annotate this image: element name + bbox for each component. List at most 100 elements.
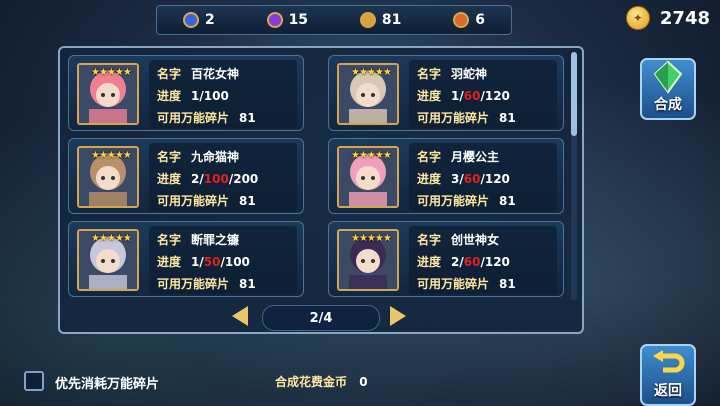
progress-value: 2/60/120 bbox=[451, 255, 510, 269]
scrollbar-thumb[interactable] bbox=[571, 52, 577, 136]
progress-required: 60 bbox=[463, 89, 481, 103]
progress-total: 120 bbox=[484, 89, 510, 103]
progress-row: 进度 3/60/120 bbox=[417, 170, 510, 187]
hero-card[interactable]: ★★★★★ 名字 断罪之镰 进度 1/50/100 可用万能碎片 81 bbox=[68, 221, 304, 297]
star-rating: ★★★★★ bbox=[351, 233, 392, 244]
shards-value: 81 bbox=[239, 194, 256, 208]
hero-portrait: ★★★★★ bbox=[337, 63, 399, 125]
hero-card[interactable]: ★★★★★ 名字 创世神女 进度 2/60/120 可用万能碎片 81 bbox=[328, 221, 564, 297]
resource-orange-value: 6 bbox=[475, 12, 486, 28]
shards-value: 81 bbox=[239, 111, 256, 125]
progress-value: 2/100/200 bbox=[191, 172, 259, 186]
progress-label: 进度 bbox=[157, 89, 182, 103]
synthesis-cost-label: 合成花费金币 bbox=[275, 375, 348, 389]
resource-purple: 15 bbox=[266, 12, 309, 28]
shards-label: 可用万能碎片 bbox=[157, 111, 230, 125]
progress-total: 200 bbox=[233, 172, 259, 186]
hero-card[interactable]: ★★★★★ 名字 羽蛇神 进度 1/60/120 可用万能碎片 81 bbox=[328, 55, 564, 131]
resource-blue-value: 2 bbox=[204, 12, 215, 28]
shards-row: 可用万能碎片 81 bbox=[417, 109, 516, 126]
gold-value: 2748 bbox=[659, 7, 710, 29]
hero-portrait: ★★★★★ bbox=[77, 146, 139, 208]
progress-value: 1/50/100 bbox=[191, 255, 250, 269]
progress-have: 1 bbox=[191, 89, 200, 103]
hero-info: 名字 九命猫神 进度 2/100/200 可用万能碎片 81 bbox=[149, 143, 297, 211]
back-button[interactable]: 返回 bbox=[640, 344, 696, 406]
progress-row: 进度 2/60/120 bbox=[417, 253, 510, 270]
progress-have: 3 bbox=[451, 172, 460, 186]
prefer-universal-shards-checkbox[interactable] bbox=[24, 371, 44, 391]
resource-orange: 6 bbox=[453, 12, 485, 28]
progress-have: 1 bbox=[451, 89, 460, 103]
shards-label: 可用万能碎片 bbox=[417, 111, 490, 125]
gold-coin-icon: ✦ bbox=[625, 6, 650, 30]
progress-label: 进度 bbox=[417, 89, 442, 103]
resource-purple-value: 15 bbox=[288, 12, 309, 28]
hero-info: 名字 月樱公主 进度 3/60/120 可用万能碎片 81 bbox=[409, 143, 557, 211]
progress-row: 进度 1/60/120 bbox=[417, 87, 510, 104]
shards-value: 81 bbox=[499, 277, 516, 291]
synthesize-button[interactable]: 合成 bbox=[640, 58, 696, 120]
synthesis-cost-value: 0 bbox=[359, 375, 368, 389]
progress-total: 120 bbox=[484, 172, 510, 186]
star-rating: ★★★★★ bbox=[91, 150, 132, 161]
name-label: 名字 bbox=[157, 150, 182, 164]
progress-row: 进度 1/50/100 bbox=[157, 253, 250, 270]
hero-portrait: ★★★★★ bbox=[337, 146, 399, 208]
hero-card[interactable]: ★★★★★ 名字 九命猫神 进度 2/100/200 可用万能碎片 81 bbox=[68, 138, 304, 214]
star-rating: ★★★★★ bbox=[351, 150, 392, 161]
progress-total: 100 bbox=[203, 89, 229, 103]
progress-label: 进度 bbox=[417, 172, 442, 186]
name-label: 名字 bbox=[417, 233, 442, 247]
hero-portrait: ★★★★★ bbox=[77, 63, 139, 125]
hero-card[interactable]: ★★★★★ 名字 月樱公主 进度 3/60/120 可用万能碎片 81 bbox=[328, 138, 564, 214]
next-page-arrow-icon[interactable] bbox=[390, 306, 406, 326]
hero-name-row: 名字 月樱公主 bbox=[417, 148, 499, 165]
progress-required: 60 bbox=[463, 255, 481, 269]
progress-value: 1/100 bbox=[191, 89, 229, 103]
shards-row: 可用万能碎片 81 bbox=[157, 275, 256, 292]
progress-row: 进度 2/100/200 bbox=[157, 170, 258, 187]
prev-page-arrow-icon[interactable] bbox=[232, 306, 248, 326]
progress-label: 进度 bbox=[157, 172, 182, 186]
orange-orb-icon bbox=[453, 12, 470, 28]
hero-name: 创世神女 bbox=[451, 233, 500, 247]
gold-orb-icon bbox=[359, 12, 376, 28]
shards-row: 可用万能碎片 81 bbox=[417, 192, 516, 209]
blue-orb-icon bbox=[182, 12, 199, 28]
page-indicator: 2/4 bbox=[262, 305, 380, 331]
gold-display: ✦ 2748 bbox=[625, 6, 710, 30]
hero-name-row: 名字 创世神女 bbox=[417, 231, 499, 248]
shards-label: 可用万能碎片 bbox=[157, 277, 230, 291]
hero-name-row: 名字 九命猫神 bbox=[157, 148, 239, 165]
resource-gold-value: 81 bbox=[381, 12, 402, 28]
back-label: 返回 bbox=[654, 383, 682, 399]
hero-info: 名字 创世神女 进度 2/60/120 可用万能碎片 81 bbox=[409, 226, 557, 294]
progress-label: 进度 bbox=[417, 255, 442, 269]
progress-label: 进度 bbox=[157, 255, 182, 269]
hero-name: 羽蛇神 bbox=[451, 67, 488, 81]
progress-have: 2 bbox=[191, 172, 200, 186]
hero-name-row: 名字 羽蛇神 bbox=[417, 65, 487, 82]
shards-label: 可用万能碎片 bbox=[157, 194, 230, 208]
synthesize-label: 合成 bbox=[654, 97, 682, 113]
shards-value: 81 bbox=[499, 111, 516, 125]
progress-required: 50 bbox=[203, 255, 221, 269]
hero-portrait: ★★★★★ bbox=[77, 229, 139, 291]
hero-name: 断罪之镰 bbox=[191, 233, 240, 247]
name-label: 名字 bbox=[417, 67, 442, 81]
resource-bar: 2 15 81 6 bbox=[156, 5, 512, 35]
progress-row: 进度 1/100 bbox=[157, 87, 229, 104]
hero-card[interactable]: ★★★★★ 名字 百花女神 进度 1/100 可用万能碎片 81 bbox=[68, 55, 304, 131]
return-arrow-icon bbox=[653, 350, 685, 373]
progress-required: 100 bbox=[203, 172, 229, 186]
purple-orb-icon bbox=[266, 12, 283, 28]
hero-info: 名字 羽蛇神 进度 1/60/120 可用万能碎片 81 bbox=[409, 60, 557, 128]
name-label: 名字 bbox=[417, 150, 442, 164]
shards-value: 81 bbox=[499, 194, 516, 208]
hero-name: 九命猫神 bbox=[191, 150, 240, 164]
hero-portrait: ★★★★★ bbox=[337, 229, 399, 291]
progress-have: 2 bbox=[451, 255, 460, 269]
green-crystal-icon bbox=[653, 60, 683, 94]
hero-name: 百花女神 bbox=[191, 67, 240, 81]
